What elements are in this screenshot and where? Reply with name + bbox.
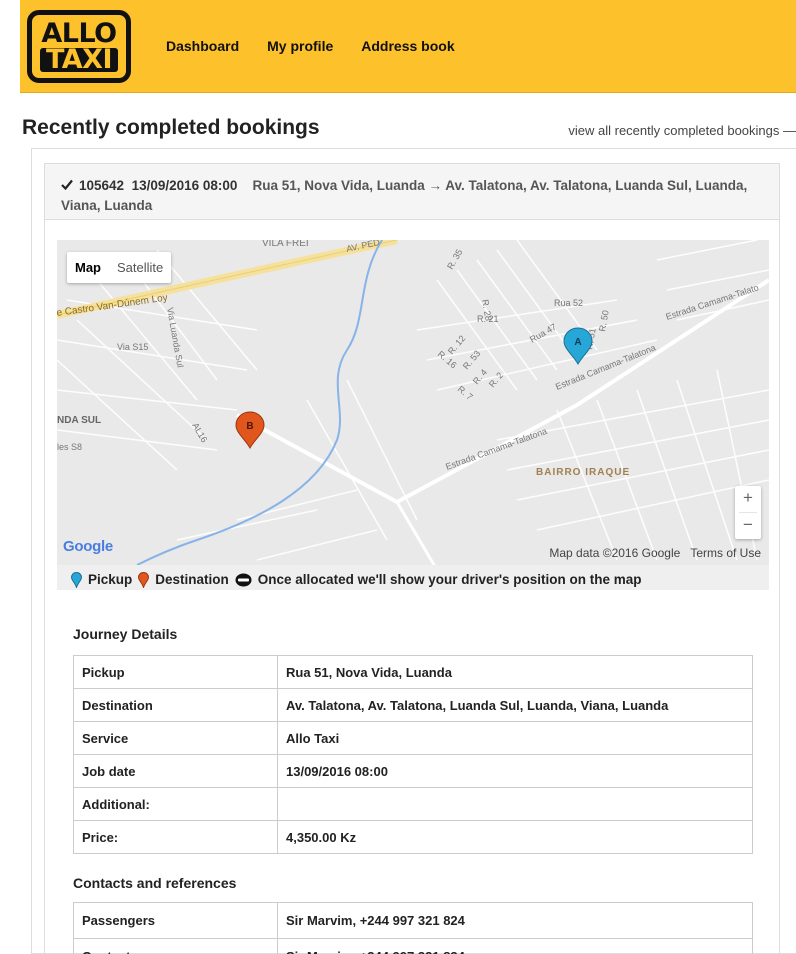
zoom-in-button[interactable]: +: [735, 486, 761, 512]
table-row: Pickup Rua 51, Nova Vida, Luanda: [73, 655, 753, 689]
zoom-control: + −: [735, 486, 761, 539]
map-type-control: Map Satellite: [67, 252, 172, 283]
pickup-pin-icon: [71, 571, 82, 588]
bookings-panel: 105642 13/09/2016 08:00 Rua 51, Nova Vid…: [31, 148, 796, 954]
contact-key: Contact: [73, 938, 278, 954]
destination-pin-icon: [138, 571, 150, 588]
map-label-les-s8: les S8: [57, 442, 82, 452]
journey-details-title: Journey Details: [73, 626, 178, 642]
pickup-marker-letter: A: [574, 337, 581, 348]
table-row: Destination Av. Talatona, Av. Talatona, L…: [73, 688, 753, 722]
map-attribution: Map data ©2016 Google Terms of Use: [539, 546, 761, 560]
table-row: Job date 13/09/2016 08:00: [73, 754, 753, 788]
map-label-vila: VILA FREI: [262, 240, 309, 249]
map-label-r21: R. 21: [477, 314, 499, 324]
journey-key: Service: [73, 721, 278, 755]
journey-value: Av. Talatona, Av. Talatona, Luanda Sul, …: [277, 688, 753, 722]
main-nav: Dashboard My profile Address book: [166, 38, 455, 54]
driver-car-icon: [235, 573, 252, 586]
google-logo[interactable]: Google: [63, 538, 113, 555]
map-label-rua52: Rua 52: [554, 298, 583, 308]
destination-marker-letter: B: [246, 421, 253, 432]
booking-card: 105642 13/09/2016 08:00 Rua 51, Nova Vid…: [44, 163, 780, 954]
legend-driver-note: Once allocated we'll show your driver's …: [257, 572, 642, 587]
map-canvas[interactable]: VILA FREI AV. PED e Castro Van-Dúnem Loy…: [57, 240, 769, 565]
journey-details-table: Pickup Rua 51, Nova Vida, Luanda Destinat…: [73, 655, 753, 854]
table-row: Price: 4,350.00 Kz: [73, 820, 753, 854]
journey-key: Destination: [73, 688, 278, 722]
nav-address-book[interactable]: Address book: [361, 38, 454, 54]
table-row: ContactSir Marvim, +244 997 321 824: [73, 938, 753, 954]
journey-key: Additional:: [73, 787, 278, 821]
map-type-satellite-button[interactable]: Satellite: [109, 252, 171, 283]
contacts-title: Contacts and references: [73, 875, 237, 891]
logo-line-2: TAXI: [39, 46, 119, 73]
nav-my-profile[interactable]: My profile: [267, 38, 333, 54]
journey-value: 13/09/2016 08:00: [277, 754, 753, 788]
legend-destination: Destination: [155, 572, 229, 587]
map-data-text: Map data ©2016 Google: [549, 546, 681, 560]
legend-pickup: Pickup: [88, 572, 133, 587]
map-label-via-s15: Via S15: [117, 342, 148, 352]
journey-value: Allo Taxi: [277, 721, 753, 755]
map-legend: Pickup Destination Once allocated we'll …: [57, 565, 769, 590]
check-icon: [61, 176, 73, 196]
terms-of-use-link[interactable]: Terms of Use: [690, 546, 761, 560]
contacts-table: PassengersSir Marvim, +244 997 321 824 C…: [73, 902, 753, 954]
map-label-nda-sul: NDA SUL: [57, 415, 101, 426]
journey-key: Pickup: [73, 655, 278, 689]
contact-value: Sir Marvim, +244 997 321 824: [277, 938, 753, 954]
view-all-link[interactable]: view all recently completed bookings —: [568, 123, 796, 138]
journey-value: Rua 51, Nova Vida, Luanda: [277, 655, 753, 689]
zoom-out-button[interactable]: −: [735, 513, 761, 539]
journey-value: [277, 787, 753, 821]
table-row: Additional:: [73, 787, 753, 821]
booking-id: 105642: [79, 178, 125, 193]
route-map[interactable]: VILA FREI AV. PED e Castro Van-Dúnem Loy…: [57, 240, 769, 565]
booking-header[interactable]: 105642 13/09/2016 08:00 Rua 51, Nova Vid…: [45, 164, 779, 220]
site-header: ALLO TAXI Dashboard My profile Address b…: [20, 0, 796, 93]
contact-value: Sir Marvim, +244 997 321 824: [277, 902, 753, 939]
map-label-bairro: BAIRRO IRAQUE: [536, 467, 630, 478]
journey-key: Price:: [73, 820, 278, 854]
contact-key: Passengers: [73, 902, 278, 939]
nav-dashboard[interactable]: Dashboard: [166, 38, 239, 54]
page-title: Recently completed bookings: [22, 116, 320, 139]
table-row: Service Allo Taxi: [73, 721, 753, 755]
map-type-map-button[interactable]: Map: [67, 252, 109, 283]
journey-key: Job date: [73, 754, 278, 788]
journey-value: 4,350.00 Kz: [277, 820, 753, 854]
allo-taxi-logo[interactable]: ALLO TAXI: [27, 10, 131, 83]
logo-line-1: ALLO: [41, 17, 117, 49]
table-row: Passengers Sir Marvim, +244 997 321 824: [73, 902, 753, 939]
booking-datetime: 13/09/2016 08:00: [131, 178, 238, 193]
